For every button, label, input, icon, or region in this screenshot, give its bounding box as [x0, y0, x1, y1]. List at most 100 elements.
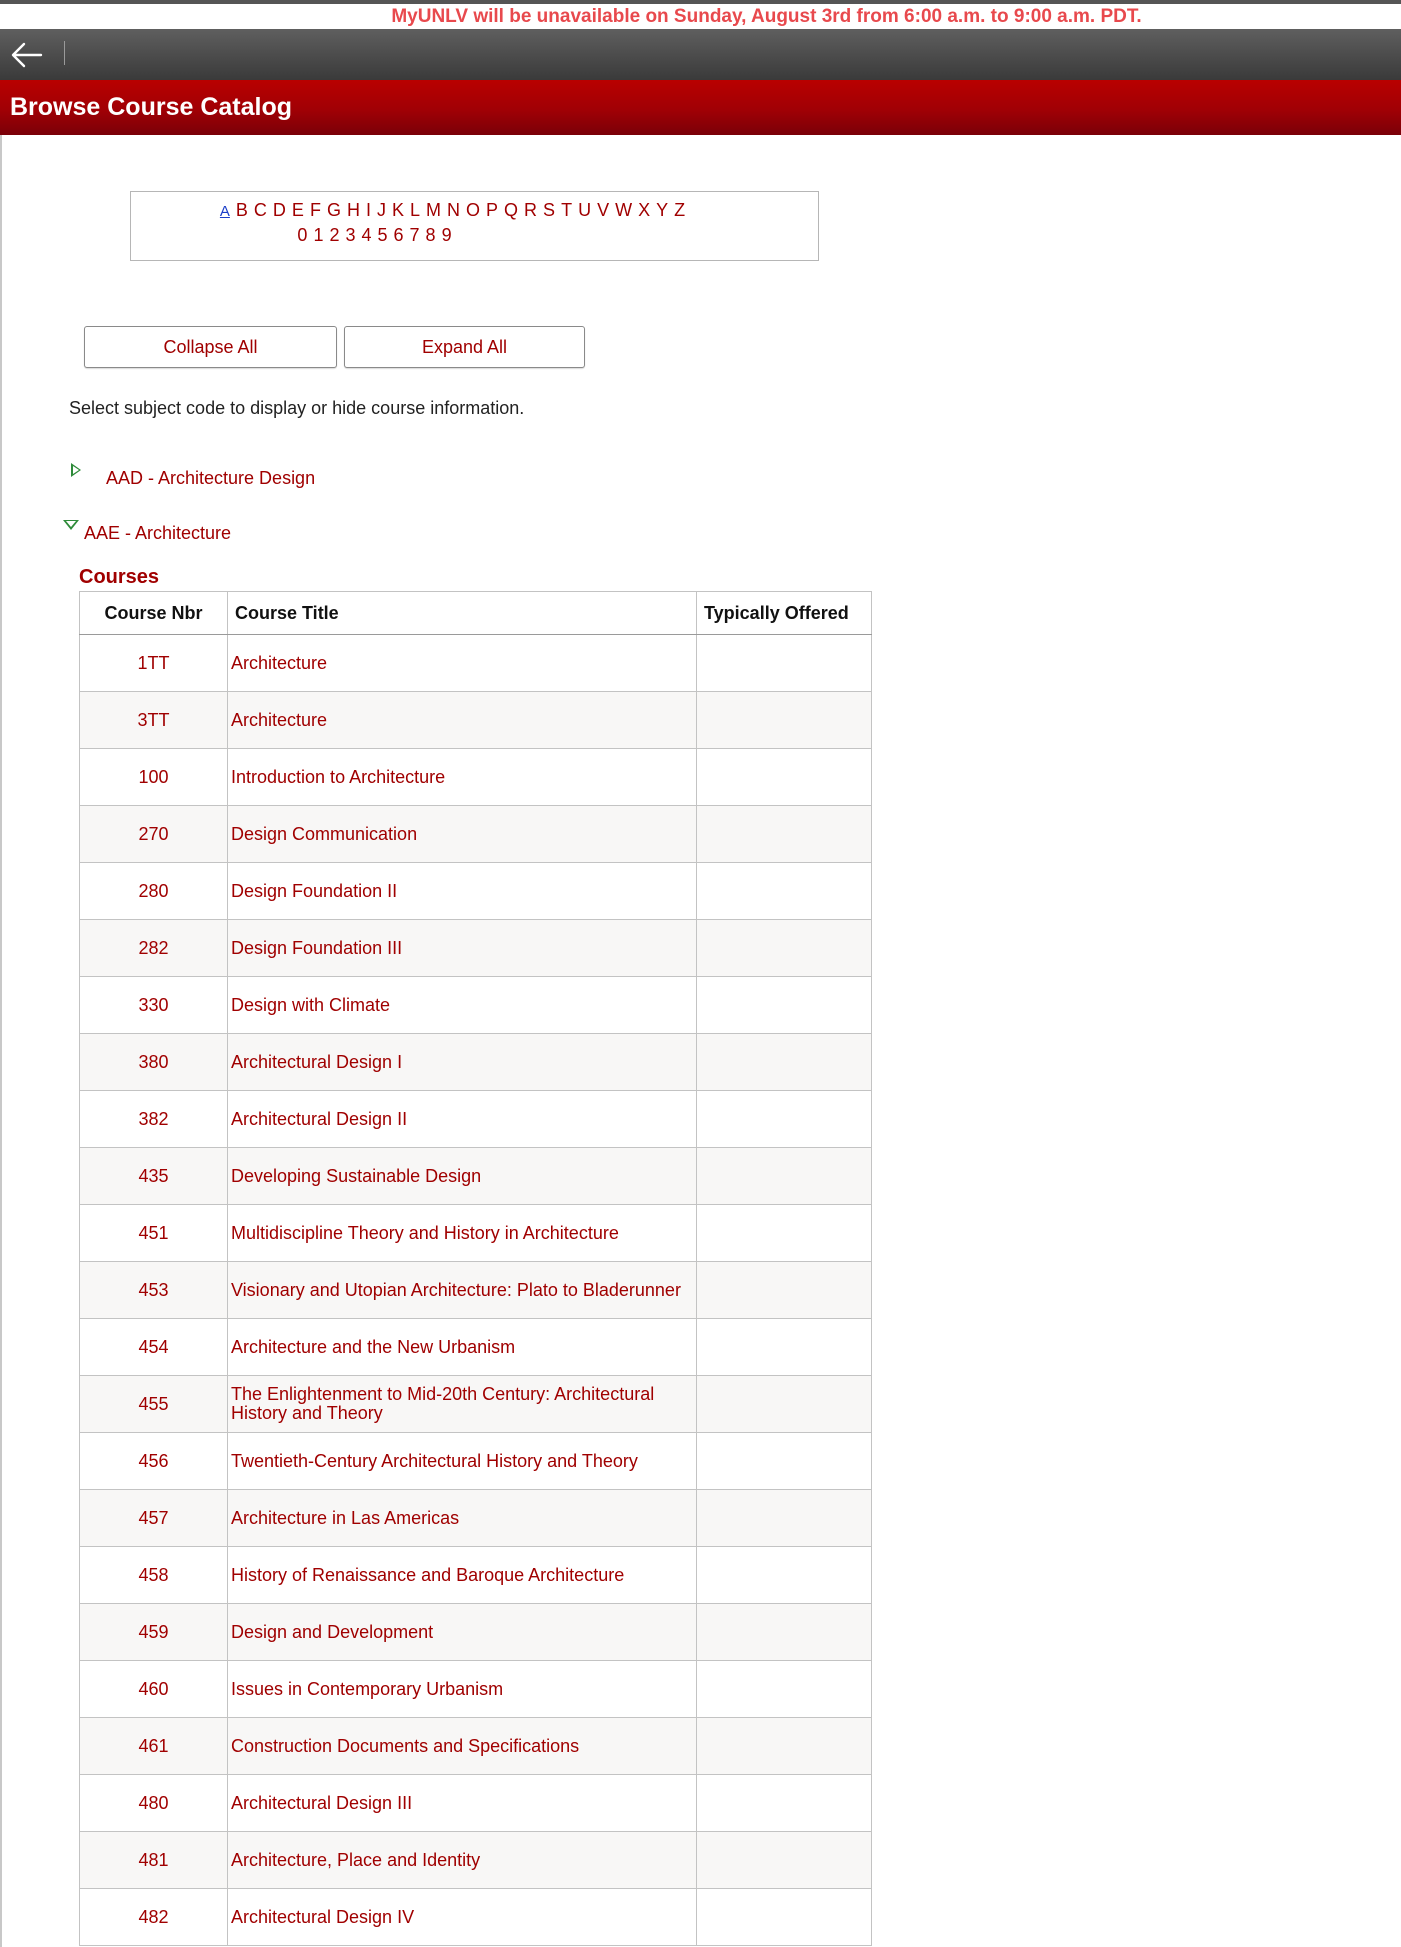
- course-number-link[interactable]: 481: [79, 1831, 228, 1889]
- course-title-link[interactable]: Architecture: [227, 691, 697, 749]
- letter-link-g[interactable]: G: [327, 200, 341, 221]
- letter-link-j[interactable]: J: [377, 200, 386, 221]
- digit-link-4[interactable]: 4: [361, 225, 371, 246]
- course-title-link[interactable]: Architecture and the New Urbanism: [227, 1318, 697, 1376]
- subject-link-aae[interactable]: AAE - Architecture: [84, 523, 231, 544]
- digit-link-5[interactable]: 5: [378, 225, 388, 246]
- letter-link-h[interactable]: H: [347, 200, 360, 221]
- digit-link-0[interactable]: 0: [297, 225, 307, 246]
- table-row[interactable]: 459 Design and Development: [79, 1603, 872, 1661]
- letter-link-l[interactable]: L: [410, 200, 420, 221]
- letter-link-f[interactable]: F: [310, 200, 321, 221]
- letter-link-u[interactable]: U: [578, 200, 591, 221]
- letter-link-t[interactable]: T: [561, 200, 572, 221]
- table-row[interactable]: 330 Design with Climate: [79, 976, 872, 1034]
- course-number-link[interactable]: 3TT: [79, 691, 228, 749]
- course-title-link[interactable]: Design with Climate: [227, 976, 697, 1034]
- digit-link-1[interactable]: 1: [313, 225, 323, 246]
- course-number-link[interactable]: 1TT: [79, 634, 228, 692]
- collapse-triangle-icon[interactable]: [63, 520, 79, 530]
- digit-link-2[interactable]: 2: [329, 225, 339, 246]
- table-row[interactable]: 457 Architecture in Las Americas: [79, 1489, 872, 1547]
- course-number-link[interactable]: 461: [79, 1717, 228, 1775]
- digit-link-6[interactable]: 6: [394, 225, 404, 246]
- table-row[interactable]: 451 Multidiscipline Theory and History in…: [79, 1204, 872, 1262]
- course-title-link[interactable]: Architecture, Place and Identity: [227, 1831, 697, 1889]
- table-row[interactable]: 456 Twentieth-Century Architectural Histo…: [79, 1432, 872, 1490]
- table-row[interactable]: 461 Construction Documents and Specificat…: [79, 1717, 872, 1775]
- letter-link-b[interactable]: B: [236, 200, 248, 221]
- table-row[interactable]: 482 Architectural Design IV: [79, 1888, 872, 1946]
- collapse-all-button[interactable]: Collapse All: [84, 326, 337, 368]
- table-row[interactable]: 382 Architectural Design II: [79, 1090, 872, 1148]
- expand-all-button[interactable]: Expand All: [344, 326, 585, 368]
- course-number-link[interactable]: 460: [79, 1660, 228, 1718]
- course-title-link[interactable]: Architectural Design III: [227, 1774, 697, 1832]
- expand-triangle-icon[interactable]: [71, 463, 81, 477]
- back-button[interactable]: [8, 39, 46, 71]
- letter-link-n[interactable]: N: [447, 200, 460, 221]
- table-row[interactable]: 435 Developing Sustainable Design: [79, 1147, 872, 1205]
- course-title-link[interactable]: Multidiscipline Theory and History in Ar…: [227, 1204, 697, 1262]
- course-number-link[interactable]: 380: [79, 1033, 228, 1091]
- course-number-link[interactable]: 455: [79, 1375, 228, 1433]
- course-title-link[interactable]: Design Foundation II: [227, 862, 697, 920]
- letter-link-z[interactable]: Z: [674, 200, 685, 221]
- course-number-link[interactable]: 456: [79, 1432, 228, 1490]
- table-row[interactable]: 270 Design Communication: [79, 805, 872, 863]
- letter-link-s[interactable]: S: [543, 200, 555, 221]
- course-number-link[interactable]: 457: [79, 1489, 228, 1547]
- course-title-link[interactable]: Design Communication: [227, 805, 697, 863]
- course-number-link[interactable]: 270: [79, 805, 228, 863]
- course-number-link[interactable]: 454: [79, 1318, 228, 1376]
- course-title-link[interactable]: Design Foundation III: [227, 919, 697, 977]
- table-row[interactable]: 453 Visionary and Utopian Architecture: P…: [79, 1261, 872, 1319]
- table-row[interactable]: 280 Design Foundation II: [79, 862, 872, 920]
- table-row[interactable]: 454 Architecture and the New Urbanism: [79, 1318, 872, 1376]
- course-title-link[interactable]: History of Renaissance and Baroque Archi…: [227, 1546, 697, 1604]
- subject-link-aad[interactable]: AAD - Architecture Design: [106, 468, 315, 489]
- digit-link-3[interactable]: 3: [345, 225, 355, 246]
- table-row[interactable]: 455 The Enlightenment to Mid-20th Century…: [79, 1375, 872, 1433]
- course-number-link[interactable]: 459: [79, 1603, 228, 1661]
- course-title-link[interactable]: Architecture: [227, 634, 697, 692]
- table-row[interactable]: 282 Design Foundation III: [79, 919, 872, 977]
- course-title-link[interactable]: Twentieth-Century Architectural History …: [227, 1432, 697, 1490]
- course-number-link[interactable]: 458: [79, 1546, 228, 1604]
- course-number-link[interactable]: 330: [79, 976, 228, 1034]
- letter-link-v[interactable]: V: [597, 200, 609, 221]
- letter-link-m[interactable]: M: [426, 200, 441, 221]
- course-number-link[interactable]: 480: [79, 1774, 228, 1832]
- letter-link-e[interactable]: E: [292, 200, 304, 221]
- course-title-link[interactable]: Introduction to Architecture: [227, 748, 697, 806]
- course-number-link[interactable]: 100: [79, 748, 228, 806]
- course-title-link[interactable]: Construction Documents and Specification…: [227, 1717, 697, 1775]
- digit-link-8[interactable]: 8: [426, 225, 436, 246]
- course-title-link[interactable]: Architectural Design II: [227, 1090, 697, 1148]
- letter-link-x[interactable]: X: [638, 200, 650, 221]
- digit-link-7[interactable]: 7: [410, 225, 420, 246]
- table-row[interactable]: 480 Architectural Design III: [79, 1774, 872, 1832]
- letter-link-p[interactable]: P: [486, 200, 498, 221]
- course-number-link[interactable]: 282: [79, 919, 228, 977]
- letter-link-y[interactable]: Y: [656, 200, 668, 221]
- course-title-link[interactable]: Architectural Design IV: [227, 1888, 697, 1946]
- digit-link-9[interactable]: 9: [442, 225, 452, 246]
- letter-link-c[interactable]: C: [254, 200, 267, 221]
- course-title-link[interactable]: Visionary and Utopian Architecture: Plat…: [227, 1261, 697, 1319]
- table-row[interactable]: 458 History of Renaissance and Baroque Ar…: [79, 1546, 872, 1604]
- course-title-link[interactable]: Issues in Contemporary Urbanism: [227, 1660, 697, 1718]
- table-row[interactable]: 1TT Architecture: [79, 634, 872, 692]
- course-title-link[interactable]: Architecture in Las Americas: [227, 1489, 697, 1547]
- table-row[interactable]: 481 Architecture, Place and Identity: [79, 1831, 872, 1889]
- course-number-link[interactable]: 451: [79, 1204, 228, 1262]
- letter-link-a[interactable]: A: [220, 203, 230, 220]
- letter-link-q[interactable]: Q: [504, 200, 518, 221]
- letter-link-o[interactable]: O: [466, 200, 480, 221]
- course-number-link[interactable]: 435: [79, 1147, 228, 1205]
- course-number-link[interactable]: 482: [79, 1888, 228, 1946]
- letter-link-i[interactable]: I: [366, 200, 371, 221]
- letter-link-d[interactable]: D: [273, 200, 286, 221]
- table-row[interactable]: 460 Issues in Contemporary Urbanism: [79, 1660, 872, 1718]
- table-row[interactable]: 380 Architectural Design I: [79, 1033, 872, 1091]
